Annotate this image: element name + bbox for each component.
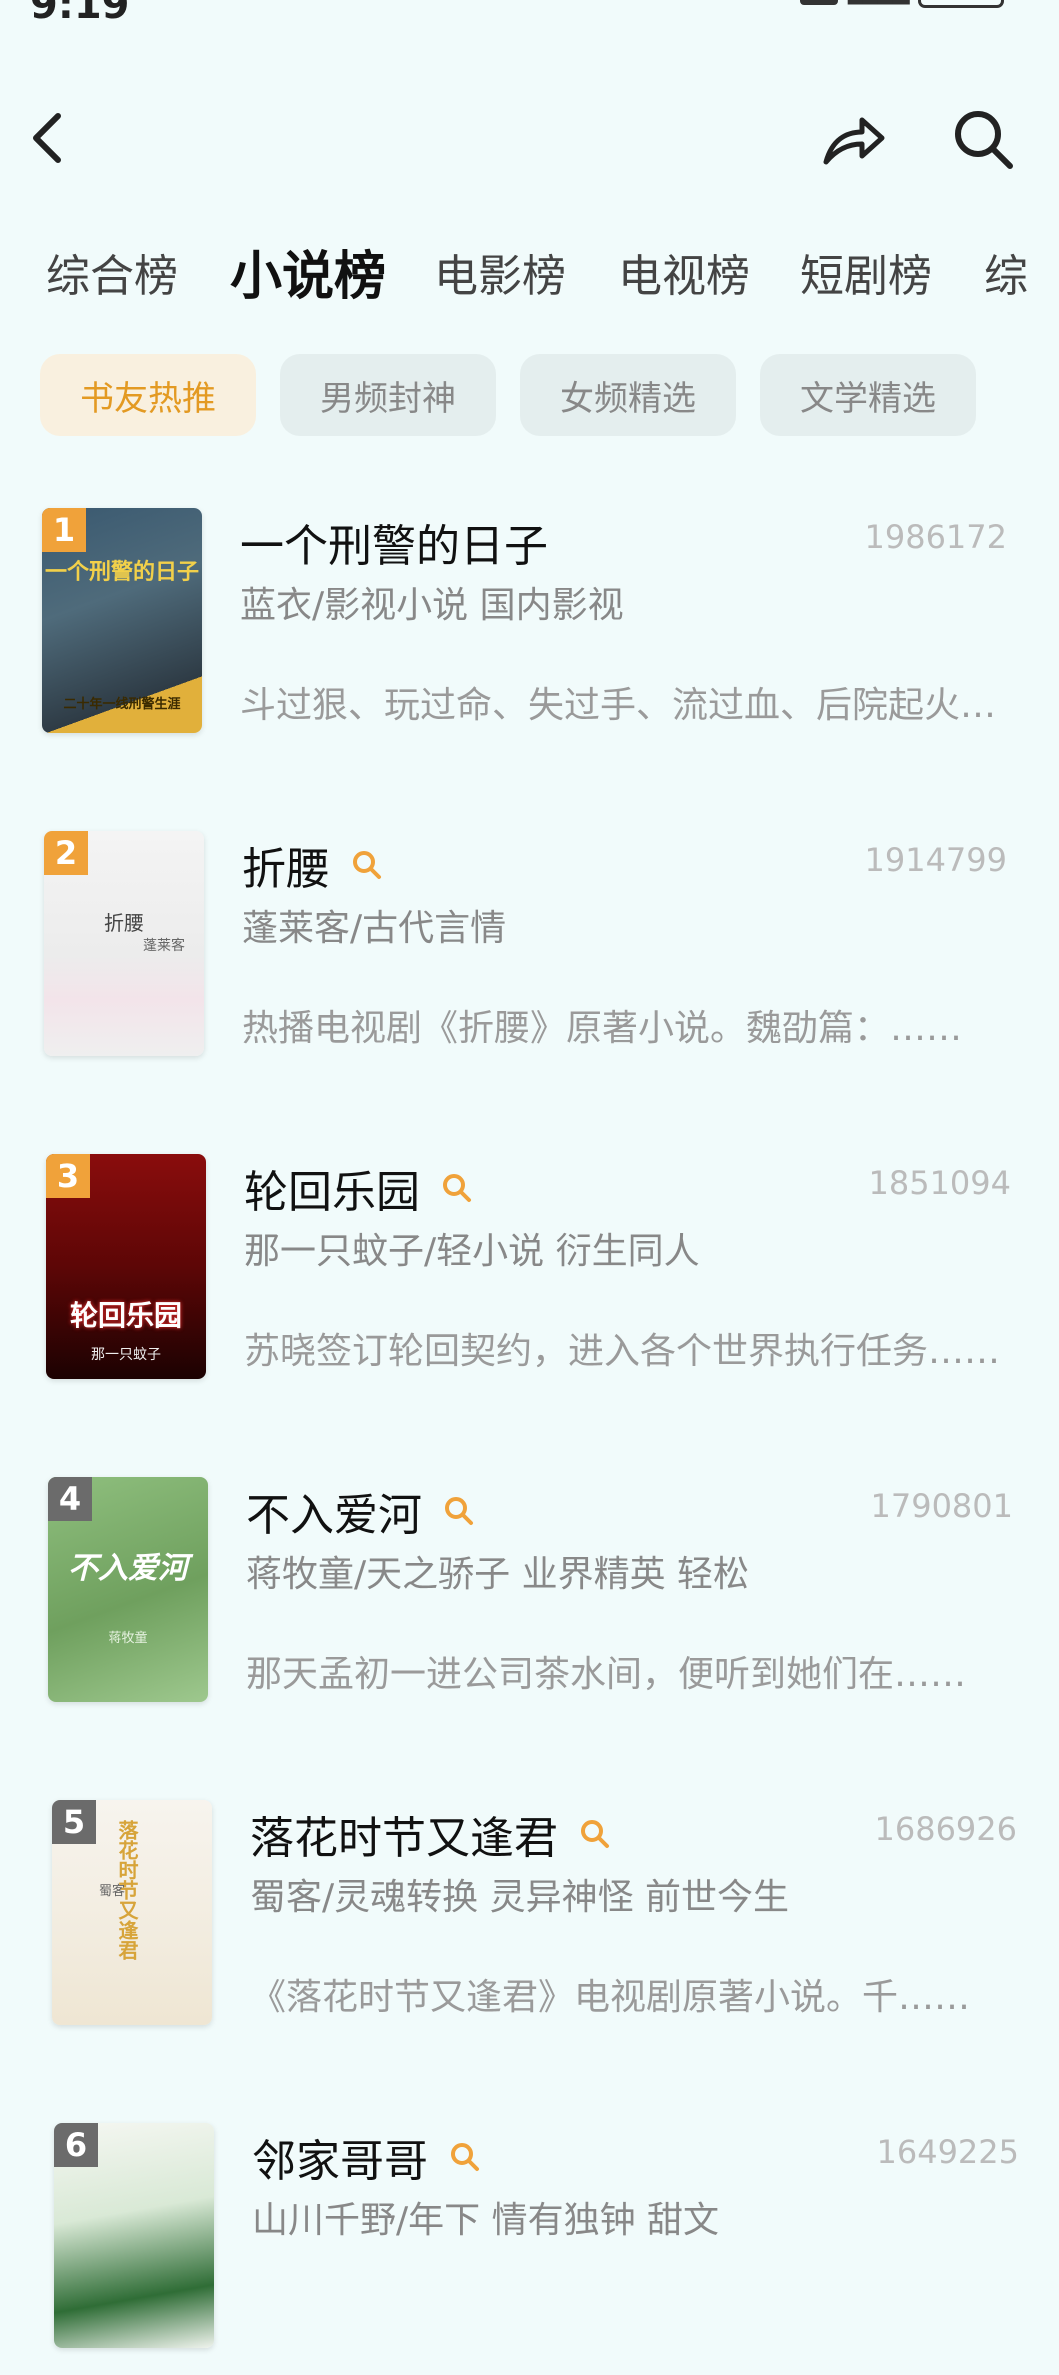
book-title[interactable]: 轮回乐园	[244, 1156, 420, 1220]
battery-icon: 37	[917, 0, 1004, 8]
book-title[interactable]: 一个刑警的日子	[240, 510, 548, 574]
hd-badge: HD	[800, 0, 839, 5]
book-cover[interactable]: 4 不入爱河 蒋牧童	[48, 1477, 208, 1702]
book-cover[interactable]: 1 一个刑警的日子 二十年一线刑警生涯	[42, 508, 202, 733]
tab-movie[interactable]: 电影榜	[434, 240, 566, 304]
list-item[interactable]: 4 不入爱河 蒋牧童 不入爱河 1790801 蒋牧童/天之骄子 业界精英 轻松…	[0, 1469, 1059, 1729]
filter-chips: 书友热推 男频封神 女频精选 文学精选	[40, 354, 976, 436]
cover-subtitle: 那一只蚊子	[91, 1347, 161, 1363]
back-button[interactable]	[24, 108, 74, 168]
tab-comprehensive[interactable]: 综合榜	[46, 240, 178, 304]
book-description: 那天孟初一进公司茶水间，便听到她们在……	[246, 1654, 967, 1695]
book-tags: 山川千野/年下 情有独钟 甜文	[252, 2200, 720, 2241]
book-tags: 蓝衣/影视小说 国内影视	[240, 585, 624, 626]
cover-title: 不入爱河	[68, 1551, 188, 1586]
list-item[interactable]: 5 落花时节又逢君 蜀客 落花时节又逢君 1686926 蜀客/灵魂转换 灵异神…	[0, 1792, 1059, 2052]
hot-count: 1986172	[864, 518, 1007, 556]
title-row: 落花时节又逢君	[250, 1802, 612, 1866]
status-bar: 9:19 HD ▂▃▅▇ 37	[0, 0, 1059, 28]
book-cover[interactable]: 5 落花时节又逢君 蜀客	[52, 1800, 212, 2025]
hot-count: 1914799	[864, 841, 1007, 879]
title-row: 折腰	[242, 833, 384, 897]
list-item[interactable]: 2 折腰 蓬莱客 折腰 1914799 蓬莱客/古代言情 热播电视剧《折腰》原著…	[0, 823, 1059, 1083]
book-tags: 蓬莱客/古代言情	[242, 908, 507, 949]
rank-badge: 6	[54, 2123, 98, 2167]
rank-badge: 1	[42, 508, 86, 552]
rank-badge: 3	[46, 1154, 90, 1198]
book-title[interactable]: 落花时节又逢君	[250, 1802, 558, 1866]
cover-subtitle: 蜀客	[98, 1884, 125, 1899]
title-row: 轮回乐园	[244, 1156, 474, 1220]
cover-title: 一个刑警的日子	[44, 560, 199, 585]
hot-count: 1649225	[876, 2133, 1019, 2171]
tab-novel[interactable]: 小说榜	[230, 240, 386, 309]
category-tabs: 综合榜 小说榜 电影榜 电视榜 短剧榜 综	[0, 240, 1059, 320]
list-item[interactable]: 6 邻家哥哥 1649225 山川千野/年下 情有独钟 甜文	[0, 2115, 1059, 2375]
book-title[interactable]: 不入爱河	[246, 1479, 422, 1543]
search-icon[interactable]	[578, 1817, 612, 1851]
cover-subtitle: 二十年一线刑警生涯	[63, 697, 181, 712]
book-cover[interactable]: 3 轮回乐园 那一只蚊子	[46, 1154, 206, 1379]
search-icon[interactable]	[442, 1494, 476, 1528]
title-row: 不入爱河	[246, 1479, 476, 1543]
search-button[interactable]	[948, 104, 1018, 174]
book-title[interactable]: 邻家哥哥	[252, 2125, 428, 2189]
book-cover[interactable]: 2 折腰 蓬莱客	[44, 831, 204, 1056]
search-icon[interactable]	[440, 1171, 474, 1205]
hot-count: 1686926	[874, 1810, 1017, 1848]
book-cover[interactable]: 6	[54, 2123, 214, 2348]
rank-badge: 2	[44, 831, 88, 875]
cover-title: 轮回乐园	[69, 1299, 182, 1332]
chip-male-top[interactable]: 男频封神	[280, 354, 496, 436]
status-icons: HD ▂▃▅▇ 37	[800, 0, 1004, 8]
rank-badge: 4	[48, 1477, 92, 1521]
book-title[interactable]: 折腰	[242, 833, 330, 897]
book-description: 苏晓签订轮回契约，进入各个世界执行任务……	[244, 1331, 1001, 1372]
back-icon	[33, 113, 61, 163]
chip-literature-picks[interactable]: 文学精选	[760, 354, 976, 436]
tab-tv[interactable]: 电视榜	[618, 240, 750, 304]
title-row: 邻家哥哥	[252, 2125, 482, 2189]
tab-variety[interactable]: 综	[984, 240, 1028, 304]
chip-reader-picks[interactable]: 书友热推	[40, 354, 256, 436]
search-icon[interactable]	[448, 2140, 482, 2174]
rank-badge: 5	[52, 1800, 96, 1844]
cover-subtitle: 蓬莱客	[143, 938, 185, 954]
search-icon	[955, 111, 1013, 169]
book-description: 《落花时节又逢君》电视剧原著小说。千……	[250, 1977, 971, 2018]
signal-icon: ▂▃▅▇	[848, 0, 910, 5]
book-tags: 蒋牧童/天之骄子 业界精英 轻松	[246, 1554, 750, 1595]
book-tags: 蜀客/灵魂转换 灵异神怪 前世今生	[250, 1877, 790, 1918]
tab-short-drama[interactable]: 短剧榜	[800, 240, 932, 304]
cover-title: 折腰	[104, 911, 144, 935]
book-description: 斗过狠、玩过命、失过手、流过血、后院起火……	[240, 685, 1010, 726]
list-item[interactable]: 3 轮回乐园 那一只蚊子 轮回乐园 1851094 那一只蚊子/轻小说 衍生同人…	[0, 1146, 1059, 1406]
hot-count: 1851094	[868, 1164, 1011, 1202]
title-row: 一个刑警的日子	[240, 510, 548, 574]
search-icon[interactable]	[350, 848, 384, 882]
cover-subtitle: 蒋牧童	[108, 1631, 148, 1646]
list-item[interactable]: 1 一个刑警的日子 二十年一线刑警生涯 一个刑警的日子 1986172 蓝衣/影…	[0, 500, 1059, 760]
hot-count: 1790801	[870, 1487, 1013, 1525]
share-icon	[823, 117, 885, 165]
status-time: 9:19	[30, 0, 130, 28]
share-button[interactable]	[818, 104, 888, 174]
book-description: 热播电视剧《折腰》原著小说。魏劭篇：……	[242, 1008, 963, 1049]
chip-female-picks[interactable]: 女频精选	[520, 354, 736, 436]
book-tags: 那一只蚊子/轻小说 衍生同人	[244, 1231, 700, 1272]
top-nav	[0, 90, 1059, 180]
